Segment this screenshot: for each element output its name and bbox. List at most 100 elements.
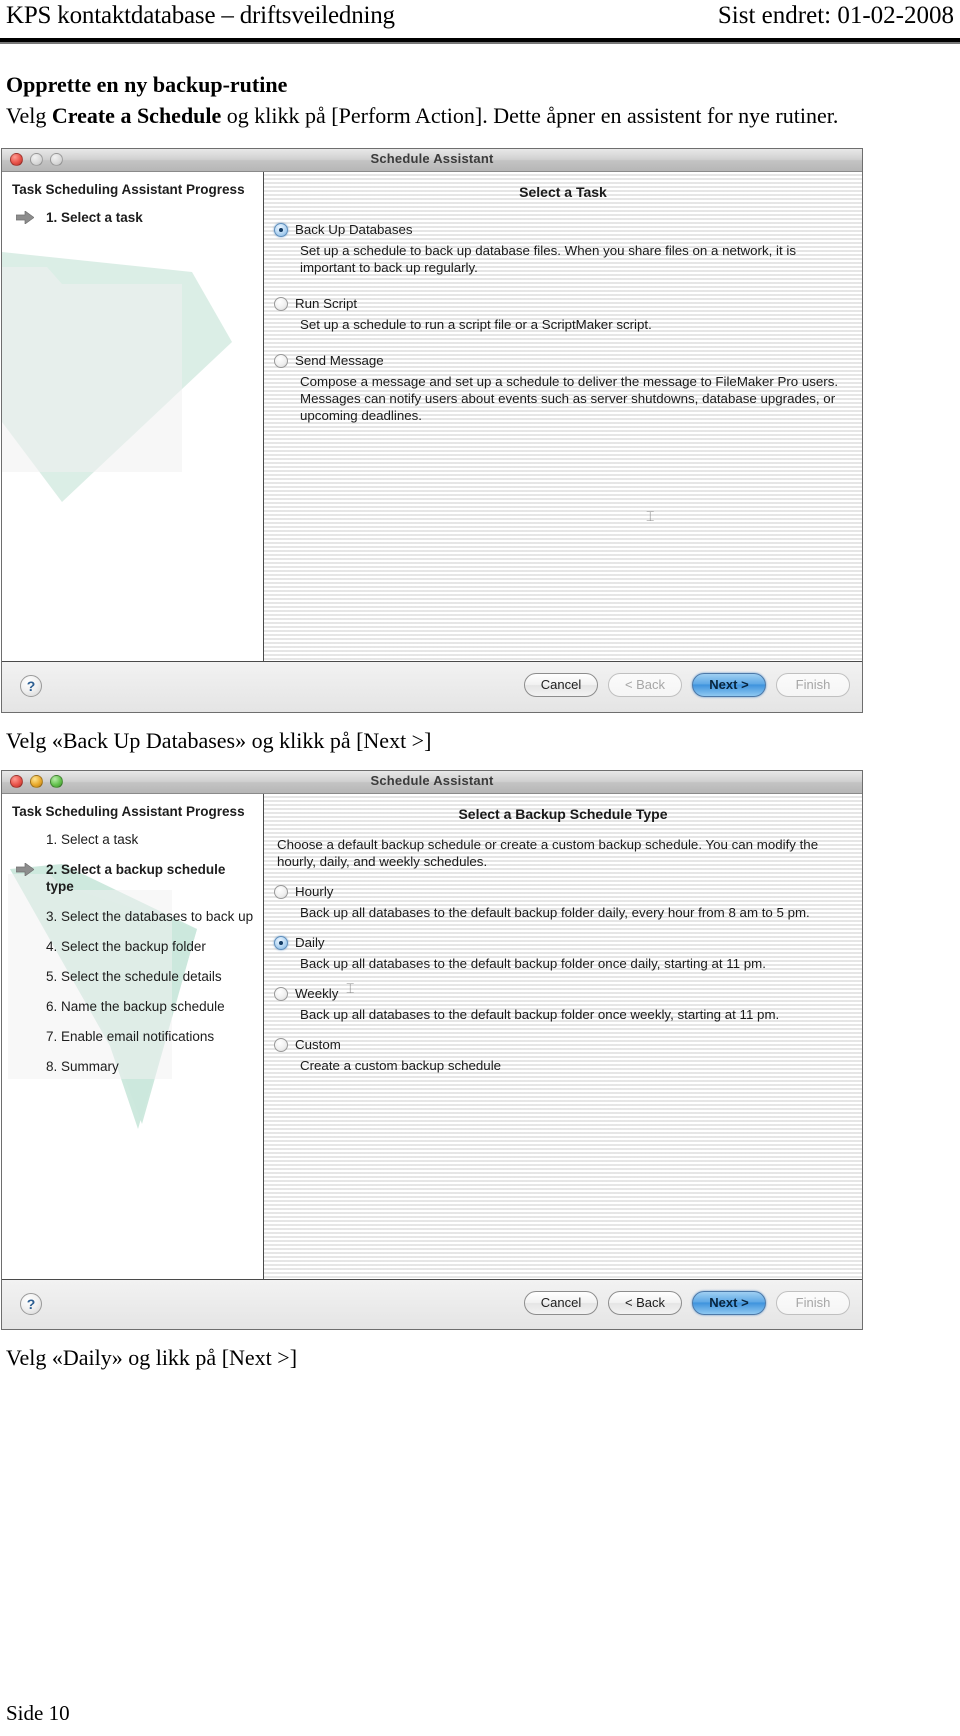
schedule-option-daily-label: Daily [295, 935, 325, 950]
task-option-run-script[interactable]: Run Script Set up a schedule to run a sc… [274, 296, 862, 333]
current-step-arrow-icon [16, 863, 34, 876]
finish-button: Finish [776, 673, 850, 697]
current-step-arrow-icon [16, 211, 34, 224]
window2-body: Task Scheduling Assistant Progress 1. Se… [2, 794, 862, 1279]
window2-step-3-label: 3. Select the databases to back up [46, 909, 254, 924]
back-button[interactable]: < Back [608, 1291, 682, 1315]
window2-titlebar[interactable]: Schedule Assistant [2, 771, 862, 794]
window2-step-1-label: 1. Select a task [46, 832, 139, 847]
window2-step-5-label: 5. Select the schedule details [46, 969, 222, 984]
task-option-send-message-description: Compose a message and set up a schedule … [300, 374, 839, 423]
window2-step-7-label: 7. Enable email notifications [46, 1029, 215, 1044]
window2-step-8[interactable]: 8. Summary [2, 1058, 263, 1075]
window1-step-1-label: 1. Select a task [46, 210, 143, 225]
window2-step-3[interactable]: 3. Select the databases to back up [2, 908, 263, 925]
window2-progress-pane: Task Scheduling Assistant Progress 1. Se… [2, 794, 264, 1279]
schedule-option-weekly-label: Weekly [295, 986, 339, 1001]
cancel-button[interactable]: Cancel [524, 673, 598, 697]
cancel-button[interactable]: Cancel [524, 1291, 598, 1315]
next-button[interactable]: Next > [692, 1291, 766, 1315]
text-cursor-icon: ⌶ [646, 508, 655, 524]
intro-suffix: og klikk på [Perform Action]. Dette åpne… [221, 103, 839, 128]
window2-step-2[interactable]: 2. Select a backup schedule type [2, 861, 263, 895]
window2-pane-title: Select a Backup Schedule Type [458, 806, 668, 822]
window2-progress-title: Task Scheduling Assistant Progress [12, 804, 245, 819]
window2-intro-text: Choose a default backup schedule or crea… [277, 837, 819, 869]
schedule-option-daily-description: Back up all databases to the default bac… [300, 956, 766, 971]
next-button[interactable]: Next > [692, 673, 766, 697]
schedule-option-daily-head[interactable]: Daily [274, 935, 862, 950]
window2-step-6-label: 6. Name the backup schedule [46, 999, 225, 1014]
back-button: < Back [608, 673, 682, 697]
task-option-back-up-databases-label: Back Up Databases [295, 222, 413, 237]
schedule-option-custom[interactable]: Custom Create a custom backup schedule [274, 1037, 862, 1074]
task-option-send-message[interactable]: Send Message Compose a message and set u… [274, 353, 862, 424]
radio-custom-icon[interactable] [274, 1038, 288, 1052]
text-cursor-icon: ⌶ [346, 980, 355, 996]
window1-step-list: 1. Select a task [2, 209, 263, 226]
window2-step-2-label: 2. Select a backup schedule type [46, 862, 226, 894]
window2-step-list: 1. Select a task 2. Select a backup sche… [2, 831, 263, 1075]
window1-body: Task Scheduling Assistant Progress 1. Se… [2, 172, 862, 661]
radio-back-up-databases-icon[interactable] [274, 223, 288, 237]
window1-titlebar[interactable]: Schedule Assistant [2, 149, 862, 172]
window2-step-5[interactable]: 5. Select the schedule details [2, 968, 263, 985]
schedule-assistant-window-1[interactable]: Schedule Assistant Task Scheduling Assis… [1, 148, 863, 713]
header-document-title: KPS kontaktdatabase – driftsveiledning [6, 2, 395, 29]
task-option-send-message-label: Send Message [295, 353, 384, 368]
schedule-option-custom-description: Create a custom backup schedule [300, 1058, 502, 1073]
help-button[interactable]: ? [20, 675, 42, 697]
schedule-option-weekly-description: Back up all databases to the default bac… [300, 1007, 780, 1022]
intro-emphasis: Create a Schedule [51, 103, 222, 128]
radio-hourly-icon[interactable] [274, 885, 288, 899]
page-number: Side 10 [6, 1701, 70, 1725]
radio-weekly-icon[interactable] [274, 987, 288, 1001]
window2-step-1[interactable]: 1. Select a task [2, 831, 263, 848]
finish-button: Finish [776, 1291, 850, 1315]
caption-after-window-2: Velg «Daily» og likk på [Next >] [6, 1345, 298, 1370]
schedule-option-weekly[interactable]: Weekly Back up all databases to the defa… [274, 986, 862, 1023]
schedule-assistant-window-2[interactable]: Schedule Assistant Task Scheduling Assis… [1, 770, 863, 1330]
header-last-modified: Sist endret: 01-02-2008 [717, 2, 954, 29]
help-button[interactable]: ? [20, 1293, 42, 1315]
radio-daily-icon[interactable] [274, 936, 288, 950]
window1-button-row: Cancel < Back Next > Finish [524, 673, 850, 697]
task-option-back-up-databases[interactable]: Back Up Databases Set up a schedule to b… [274, 222, 862, 276]
intro-prefix: Velg [6, 103, 52, 128]
window2-step-4-label: 4. Select the backup folder [46, 939, 206, 954]
header-rule-secondary [0, 42, 960, 44]
schedule-option-daily[interactable]: Daily Back up all databases to the defau… [274, 935, 862, 972]
window2-step-7[interactable]: 7. Enable email notifications [2, 1028, 263, 1045]
window1-pane-title: Select a Task [519, 184, 607, 200]
task-option-run-script-label: Run Script [295, 296, 358, 311]
schedule-option-custom-label: Custom [295, 1037, 341, 1052]
task-option-send-message-head[interactable]: Send Message [274, 353, 862, 368]
window1-progress-title: Task Scheduling Assistant Progress [12, 182, 245, 197]
watermark-folder-graphic [2, 252, 232, 502]
caption-after-window-1: Velg «Back Up Databases» og klikk på [Ne… [6, 728, 432, 753]
window2-step-8-label: 8. Summary [46, 1059, 119, 1074]
window2-button-row: Cancel < Back Next > Finish [524, 1291, 850, 1315]
section-intro-paragraph: Velg Create a Schedule og klikk på [Perf… [6, 103, 838, 129]
task-option-run-script-head[interactable]: Run Script [274, 296, 862, 311]
window2-step-6[interactable]: 6. Name the backup schedule [2, 998, 263, 1015]
schedule-option-hourly-label: Hourly [295, 884, 334, 899]
task-option-run-script-description: Set up a schedule to run a script file o… [300, 317, 652, 332]
schedule-option-hourly[interactable]: Hourly Back up all databases to the defa… [274, 884, 862, 921]
radio-send-message-icon[interactable] [274, 354, 288, 368]
window2-title: Schedule Assistant [370, 773, 494, 788]
window1-step-1[interactable]: 1. Select a task [2, 209, 263, 226]
schedule-option-weekly-head[interactable]: Weekly [274, 986, 862, 1001]
window2-step-4[interactable]: 4. Select the backup folder [2, 938, 263, 955]
task-option-back-up-databases-description: Set up a schedule to back up database fi… [300, 243, 796, 275]
window2-footer: ? Cancel < Back Next > Finish [2, 1279, 862, 1329]
window1-progress-pane: Task Scheduling Assistant Progress 1. Se… [2, 172, 264, 661]
page-header: KPS kontaktdatabase – driftsveiledning S… [6, 0, 954, 42]
radio-run-script-icon[interactable] [274, 297, 288, 311]
schedule-option-custom-head[interactable]: Custom [274, 1037, 862, 1052]
window2-content-pane: Select a Backup Schedule Type Choose a d… [264, 794, 862, 1279]
window1-content-pane: Select a Task Back Up Databases Set up a… [264, 172, 862, 661]
schedule-option-hourly-head[interactable]: Hourly [274, 884, 862, 899]
section-heading: Opprette en ny backup-rutine [6, 72, 288, 97]
task-option-back-up-databases-head[interactable]: Back Up Databases [274, 222, 862, 237]
